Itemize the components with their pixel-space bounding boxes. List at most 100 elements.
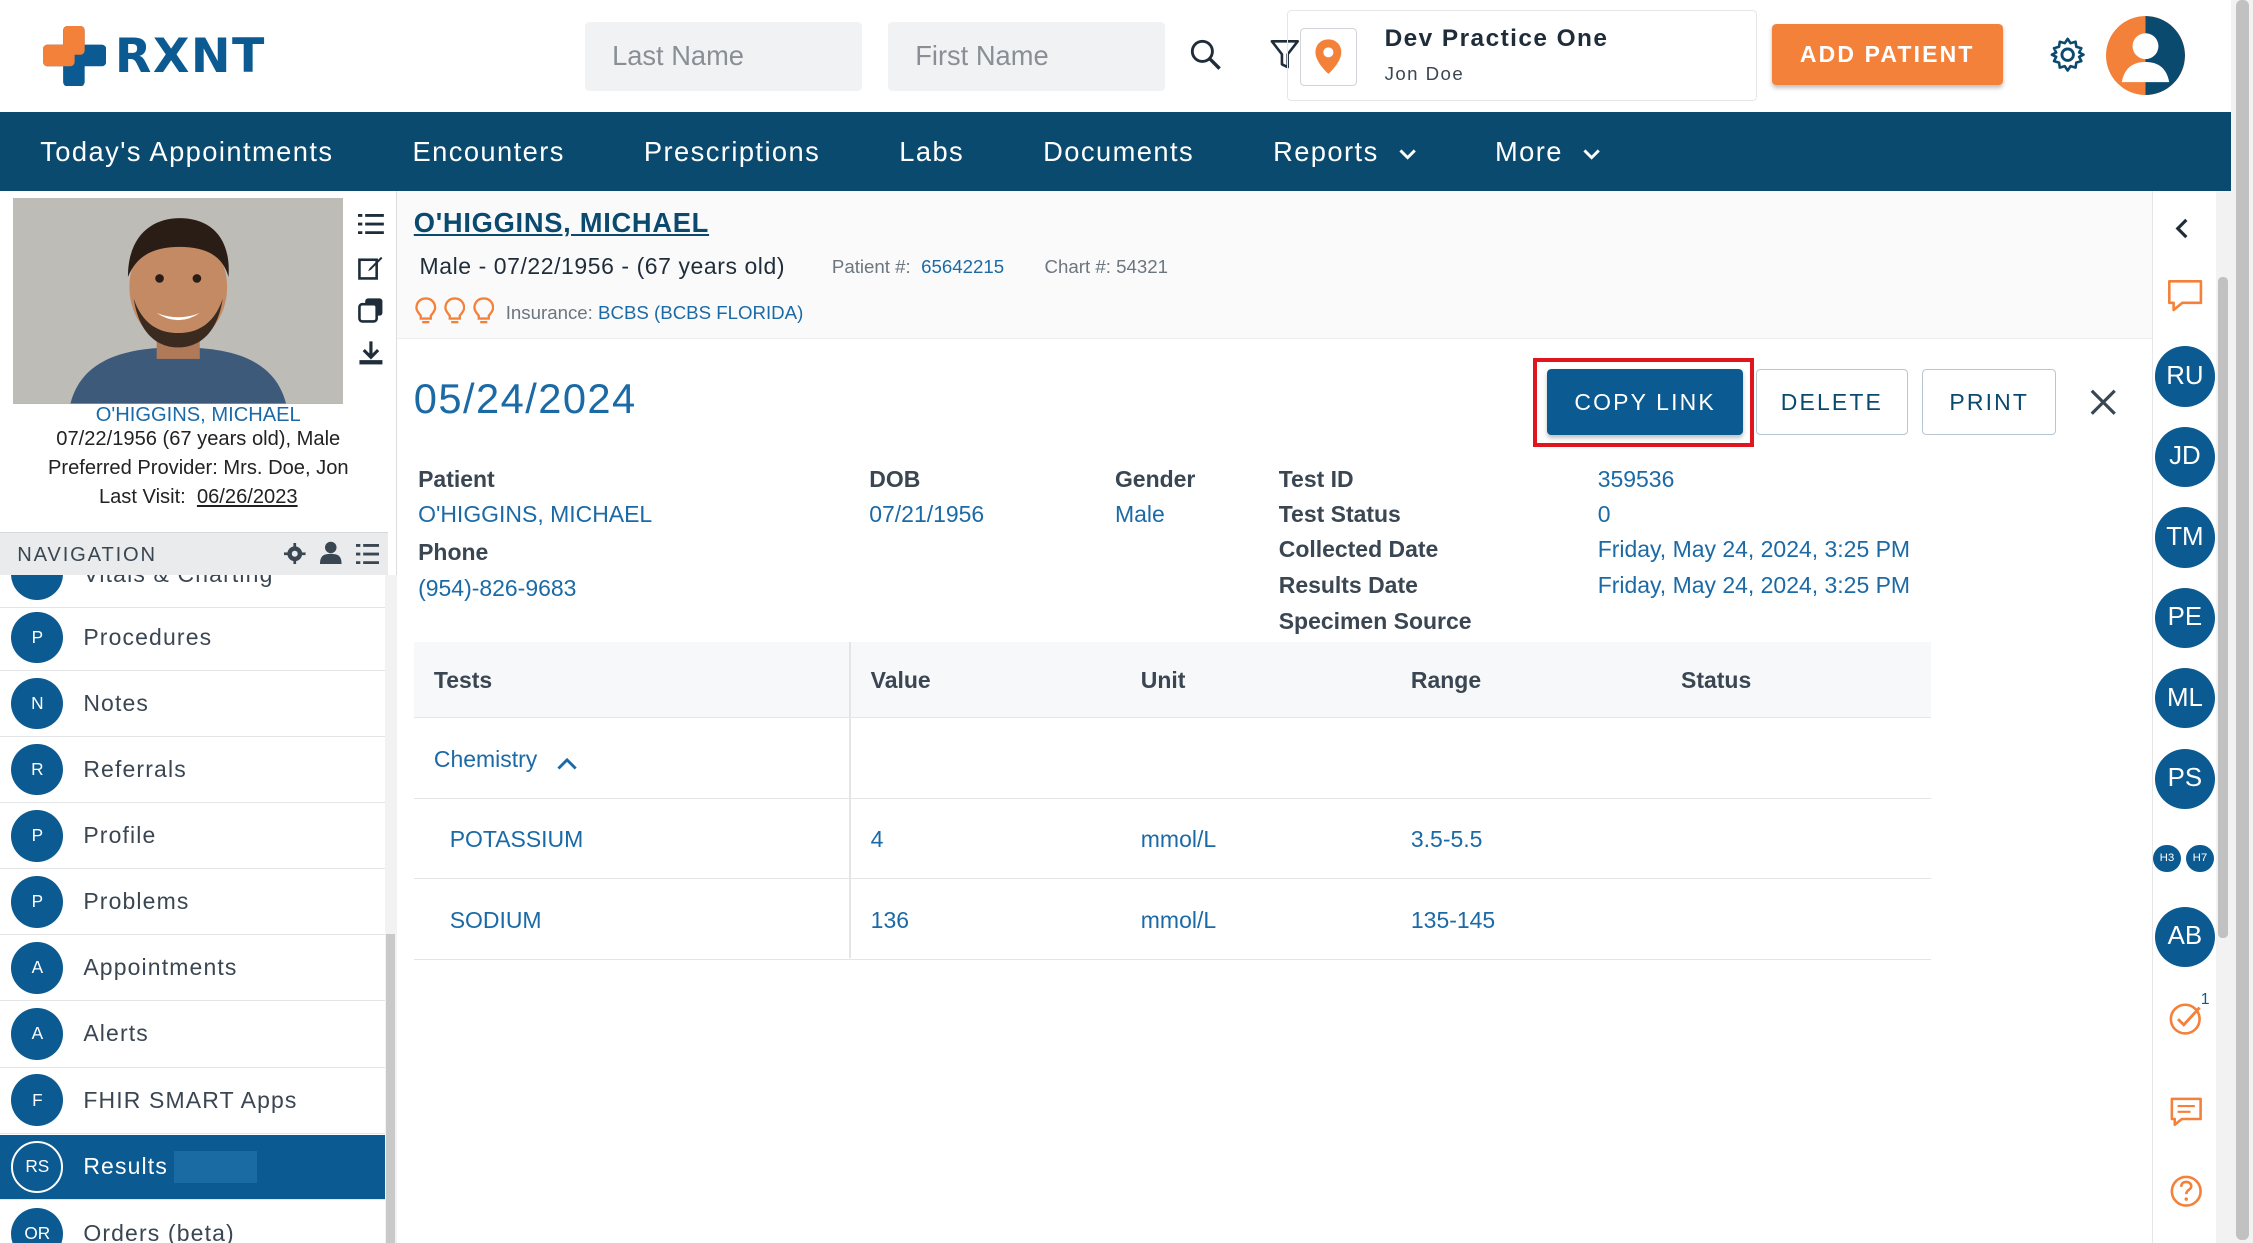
nav-label: Today's Appointments <box>40 135 334 167</box>
task-check-icon[interactable] <box>2168 999 2205 1042</box>
user-avatar[interactable] <box>2106 15 2186 95</box>
dob-label: DOB <box>869 465 921 492</box>
chevron-up-icon[interactable] <box>557 749 578 776</box>
add-patient-button[interactable]: ADD PATIENT <box>1771 24 2003 85</box>
nav-item-label: Alerts <box>83 1020 149 1047</box>
download-icon[interactable] <box>353 332 387 375</box>
result-date-title: 05/24/2024 <box>413 375 637 422</box>
nav-prescriptions[interactable]: Prescriptions <box>644 136 820 168</box>
practice-selector[interactable]: Dev Practice One Jon Doe <box>1287 10 1758 101</box>
sidebar-scrollbar[interactable] <box>385 574 397 1243</box>
alert-bulbs <box>415 297 494 324</box>
settings-gear-icon[interactable] <box>2046 33 2089 76</box>
chart-number: Chart #: 54321 <box>1045 256 1168 278</box>
nav-reports[interactable]: Reports <box>1273 136 1416 168</box>
user-circle-ml[interactable]: ML <box>2154 668 2216 729</box>
nav-encounters[interactable]: Encounters <box>413 136 565 168</box>
test-id-value: 359536 <box>1597 465 1675 492</box>
patient-demographics: Male - 07/22/1956 - (67 years old) <box>419 252 786 279</box>
list-icon[interactable] <box>353 203 387 246</box>
user-circle-jd[interactable]: JD <box>2154 426 2216 488</box>
collapse-chevron-left-icon[interactable] <box>2172 217 2192 246</box>
sidebar-item-referrals[interactable]: R Referrals <box>0 737 386 804</box>
copy-link-button[interactable]: COPY LINK <box>1547 369 1743 436</box>
scrollbar-thumb[interactable] <box>2235 0 2249 1240</box>
rxnt-logo[interactable]: RXNT <box>43 25 266 87</box>
patient-photo <box>12 198 344 404</box>
message-icon[interactable] <box>2169 1096 2203 1134</box>
user-circle-ab[interactable]: AB <box>2154 906 2216 967</box>
nav-item-label: Problems <box>83 888 190 915</box>
help-icon[interactable] <box>2169 1174 2203 1214</box>
lightbulb-icon[interactable] <box>444 297 466 324</box>
nav-list-icon[interactable] <box>356 543 380 570</box>
group-row-chemistry[interactable]: Chemistry <box>413 718 1932 799</box>
sidebar-item-fhir-smart-apps[interactable]: F FHIR SMART Apps <box>0 1068 386 1134</box>
nav-item-badge: P <box>11 809 64 862</box>
sidebar-item-notes[interactable]: N Notes <box>0 671 386 738</box>
nav-label: Documents <box>1043 135 1195 167</box>
sidebar-patient-name[interactable]: O'HIGGINS, MICHAEL <box>0 404 397 427</box>
user-mini-h7[interactable]: H7 <box>2186 844 2214 873</box>
nav-documents[interactable]: Documents <box>1043 136 1194 168</box>
chevron-down-icon <box>1583 136 1600 168</box>
nav-item-label: Appointments <box>83 954 238 981</box>
print-button[interactable]: PRINT <box>1922 369 2057 436</box>
nav-item-badge: N <box>11 677 64 730</box>
sidebar-item-vitals[interactable]: Vitals & Charting <box>0 574 386 608</box>
navigation-label: NAVIGATION <box>17 544 157 567</box>
patient-number-label: Patient #: <box>831 255 911 277</box>
nav-item-label: Notes <box>83 690 150 716</box>
nav-labs[interactable]: Labs <box>899 136 964 168</box>
scrollbar-thumb[interactable] <box>386 933 396 1243</box>
page-scrollbar[interactable] <box>2231 0 2253 1243</box>
sidebar-item-results[interactable]: RS Results <box>0 1135 386 1200</box>
scrollbar-thumb[interactable] <box>2218 277 2229 939</box>
insurance-value[interactable]: BCBS (BCBS FLORIDA) <box>598 302 803 323</box>
right-rail: RU JD TM PE ML PS H3 H7 AB 1 <box>2152 191 2216 1243</box>
last-name-input[interactable] <box>584 21 863 91</box>
user-circle-ru[interactable]: RU <box>2154 346 2216 407</box>
gender-label: Gender <box>1114 465 1196 492</box>
nav-todays-appointments[interactable]: Today's Appointments <box>40 136 333 168</box>
insurance-label: Insurance: <box>505 301 593 323</box>
lightbulb-icon[interactable] <box>415 297 437 324</box>
nav-label: More <box>1495 135 1563 167</box>
sidebar-item-alerts[interactable]: A Alerts <box>0 1001 386 1068</box>
copy-icon[interactable] <box>353 289 387 332</box>
lightbulb-icon[interactable] <box>472 297 495 324</box>
sidebar-item-problems[interactable]: P Problems <box>0 869 386 936</box>
sidebar-item-orders[interactable]: OR Orders (beta) <box>0 1201 385 1243</box>
nav-item-label: FHIR SMART Apps <box>83 1086 298 1113</box>
nav-settings-gear-icon[interactable] <box>284 542 307 571</box>
nav-label: Reports <box>1273 135 1379 167</box>
table-header: Tests Value Unit Range Status <box>413 642 1932 719</box>
sidebar-item-procedures[interactable]: P Procedures <box>0 605 386 671</box>
edit-icon[interactable] <box>353 246 387 289</box>
person-icon[interactable] <box>320 541 342 570</box>
nav-more[interactable]: More <box>1495 136 1600 168</box>
sidebar-last-visit: Last Visit: 06/26/2023 <box>0 486 397 509</box>
rail-scrollbar[interactable] <box>2215 191 2232 1243</box>
first-name-input[interactable] <box>887 21 1166 91</box>
sidebar-item-profile[interactable]: P Profile <box>0 803 386 870</box>
specimen-source-label: Specimen Source <box>1278 607 1472 634</box>
last-visit-date[interactable]: 06/26/2023 <box>197 486 298 508</box>
patient-sidebar: O'HIGGINS, MICHAEL 07/22/1956 (67 years … <box>0 191 397 1243</box>
patient-name-link[interactable]: O'HIGGINS, MICHAEL <box>414 207 709 239</box>
search-icon[interactable] <box>1185 34 1225 74</box>
sidebar-tools <box>353 203 387 375</box>
patient-number-value[interactable]: 65642215 <box>921 256 1004 277</box>
col-status: Status <box>1681 666 1752 693</box>
delete-button[interactable]: DELETE <box>1755 369 1909 436</box>
col-value: Value <box>870 666 931 693</box>
patient-header: O'HIGGINS, MICHAEL Male - 07/22/1956 - (… <box>396 191 2153 340</box>
chat-bubble-icon[interactable] <box>2165 277 2205 320</box>
nav-item-label: Results <box>83 1153 168 1180</box>
user-circle-pe[interactable]: PE <box>2154 587 2216 648</box>
user-mini-h3[interactable]: H3 <box>2153 844 2181 873</box>
sidebar-item-appointments[interactable]: A Appointments <box>0 935 386 1002</box>
close-icon[interactable] <box>2086 385 2120 419</box>
user-circle-ps[interactable]: PS <box>2154 748 2216 809</box>
user-circle-tm[interactable]: TM <box>2154 507 2216 568</box>
